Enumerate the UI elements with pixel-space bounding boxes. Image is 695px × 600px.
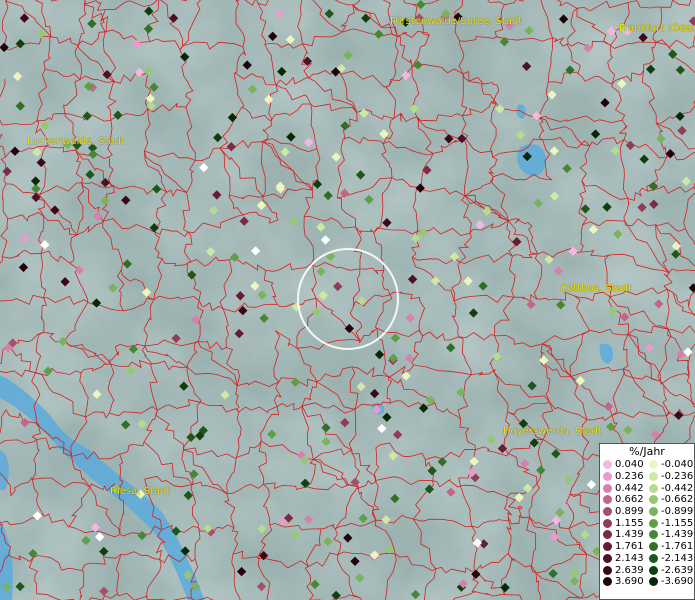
legend-label: -0.899 [661, 506, 694, 518]
legend-entry-negative: -0.899 [649, 506, 695, 517]
legend-row: 1.439 -1.439 [603, 529, 695, 541]
legend-entry-negative: -0.040 [649, 459, 695, 470]
legend-entry-positive: 3.690 [603, 576, 649, 587]
city-label-fuerstenwalde: Fürstenwalde/Spree, Stadt [390, 16, 523, 27]
legend-label: 0.040 [615, 459, 644, 471]
legend-label: 0.442 [615, 482, 644, 494]
legend-label: 0.236 [615, 471, 644, 483]
legend-swatch [603, 472, 612, 482]
legend-label: 2.143 [615, 552, 644, 564]
legend-row: 1.155 -1.155 [603, 517, 695, 529]
legend-label: 0.662 [615, 494, 644, 506]
city-label-cottbus: Cottbus, Stadt [560, 283, 632, 294]
legend-entry-positive: 2.143 [603, 553, 649, 564]
legend-swatch [649, 565, 658, 575]
legend-row: 3.690 -3.690 [603, 576, 695, 588]
legend-label: 1.761 [615, 541, 644, 553]
legend-swatch [603, 495, 612, 505]
legend-row: 2.143 -2.143 [603, 553, 695, 565]
legend-swatch [603, 483, 612, 493]
legend-label: 2.639 [615, 564, 644, 576]
legend-entry-negative: -0.236 [649, 471, 695, 482]
legend-swatch [649, 553, 658, 563]
legend-label: -0.040 [661, 459, 694, 471]
legend-swatch [649, 495, 658, 505]
legend-label: 3.690 [615, 576, 644, 588]
legend-swatch [603, 577, 612, 587]
legend-entry-positive: 1.155 [603, 518, 649, 529]
legend-entry-negative: -2.143 [649, 553, 695, 564]
legend-entry-negative: -0.442 [649, 483, 695, 494]
legend-panel: %/Jahr 0.040 -0.040 0.236 -0.236 0.442 -0.442… [599, 443, 695, 600]
legend-entry-negative: -1.761 [649, 541, 695, 552]
legend-swatch [603, 565, 612, 575]
legend-row: 0.899 -0.899 [603, 506, 695, 518]
legend-label: 1.439 [615, 529, 644, 541]
legend-swatch [649, 472, 658, 482]
legend-swatch [603, 518, 612, 528]
legend-entry-negative: -1.439 [649, 529, 695, 540]
legend-swatch [649, 460, 658, 470]
legend-entry-negative: -0.662 [649, 494, 695, 505]
legend-label: -3.690 [661, 576, 694, 588]
legend-entry-positive: 0.442 [603, 483, 649, 494]
legend-label: -2.143 [661, 552, 694, 564]
legend-entry-negative: -2.639 [649, 565, 695, 576]
legend-title: %/Jahr [629, 445, 665, 458]
map-canvas[interactable] [0, 0, 695, 600]
legend-swatch [649, 518, 658, 528]
legend-label: -0.236 [661, 471, 694, 483]
legend-swatch [603, 530, 612, 540]
legend-label: 1.155 [615, 517, 644, 529]
legend-entry-positive: 0.899 [603, 506, 649, 517]
city-label-luckenwalde: Luckenwalde, Stadt [27, 136, 125, 147]
legend-label: -2.639 [661, 564, 694, 576]
legend-entry-positive: 1.761 [603, 541, 649, 552]
legend-entry-positive: 0.662 [603, 494, 649, 505]
legend-row: 1.761 -1.761 [603, 541, 695, 553]
legend-swatch [649, 542, 658, 552]
legend-row: 0.236 -0.236 [603, 471, 695, 483]
legend-swatch [603, 507, 612, 517]
legend-row: 0.442 -0.442 [603, 482, 695, 494]
legend-entry-positive: 0.040 [603, 459, 649, 470]
legend-swatch [603, 553, 612, 563]
legend-label: -1.761 [661, 541, 694, 553]
legend-entry-positive: 2.639 [603, 565, 649, 576]
city-label-frankfurt-oder: Frankfurt (Oder) [619, 23, 695, 34]
legend-entry-positive: 1.439 [603, 529, 649, 540]
city-label-riesa: Riesa, Stadt [110, 486, 171, 497]
legend-row: 0.040 -0.040 [603, 459, 695, 471]
legend-entry-positive: 0.236 [603, 471, 649, 482]
legend-rows: 0.040 -0.040 0.236 -0.236 0.442 -0.442 0.662 -0… [603, 459, 695, 588]
legend-row: 0.662 -0.662 [603, 494, 695, 506]
legend-label: -1.439 [661, 529, 694, 541]
legend-swatch [603, 542, 612, 552]
legend-label: 0.899 [615, 506, 644, 518]
legend-swatch [649, 530, 658, 540]
legend-label: -1.155 [661, 517, 694, 529]
legend-entry-negative: -1.155 [649, 518, 695, 529]
legend-label: -0.662 [661, 494, 694, 506]
legend-row: 2.639 -2.639 [603, 564, 695, 576]
legend-entry-negative: -3.690 [649, 576, 695, 587]
legend-swatch [649, 577, 658, 587]
legend-label: -0.442 [661, 482, 694, 494]
legend-swatch [603, 460, 612, 470]
legend-swatch [649, 483, 658, 493]
city-label-hoyerswerda: Hoyerswerda, Stadt [503, 426, 602, 437]
legend-swatch [649, 507, 658, 517]
